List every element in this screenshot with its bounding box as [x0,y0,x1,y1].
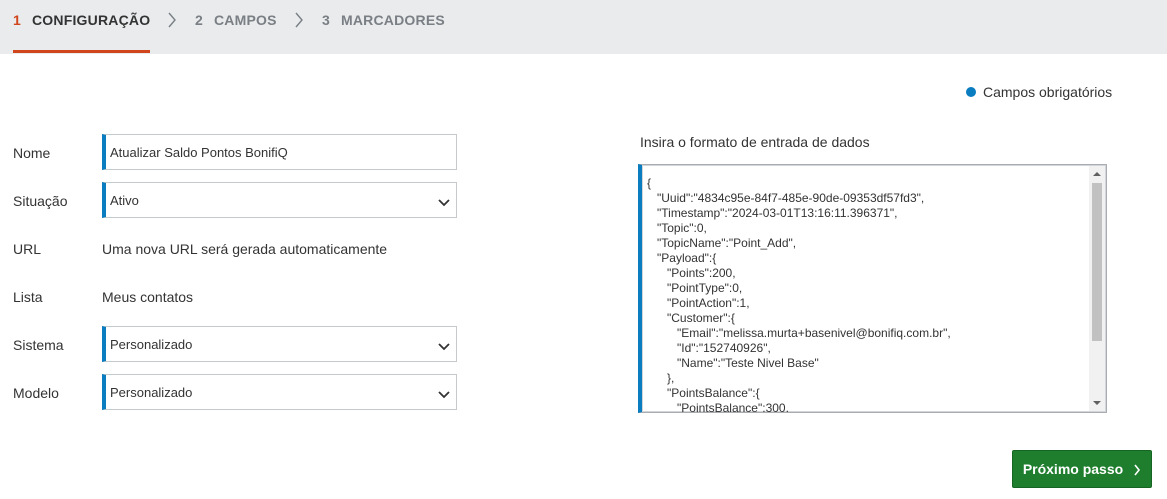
wizard-stepper: 1 CONFIGURAÇÃO 2 CAMPOS 3 MARCADORES [0,0,1167,54]
chevron-down-icon [438,387,450,399]
step-label: MARCADORES [341,12,445,28]
data-input-textarea[interactable]: { "Uuid":"4834c95e-84f7-485e-90de-09353d… [638,164,1107,413]
scroll-down-arrow-icon[interactable] [1089,395,1105,411]
required-dot-icon [966,87,976,97]
required-fields-legend: Campos obrigatórios [966,84,1112,100]
situacao-select[interactable]: Ativo [102,182,457,218]
step-number: 1 [13,12,21,28]
step-marcadores[interactable]: 3 MARCADORES [322,0,445,54]
lista-label: Lista [13,289,43,305]
situacao-selected-value: Ativo [110,193,139,208]
scroll-up-arrow-icon[interactable] [1089,166,1105,182]
next-step-button[interactable]: Próximo passo [1012,450,1152,488]
step-campos[interactable]: 2 CAMPOS [195,0,277,54]
modelo-label: Modelo [13,385,59,401]
vertical-scrollbar[interactable] [1089,166,1105,411]
data-input-content: { "Uuid":"4834c95e-84f7-485e-90de-09353d… [647,176,951,413]
step-configuracao[interactable]: 1 CONFIGURAÇÃO [13,0,150,54]
sistema-label: Sistema [13,337,64,353]
scrollbar-thumb[interactable] [1092,183,1102,341]
next-step-label: Próximo passo [1022,461,1124,477]
lista-value: Meus contatos [102,289,194,305]
sistema-select[interactable]: Personalizado [102,326,457,362]
step-number: 2 [195,12,203,28]
sistema-selected-value: Personalizado [110,337,193,352]
chevron-right-icon [1133,463,1141,476]
step-label: CAMPOS [214,12,277,28]
nome-label: Nome [13,145,51,161]
url-value: Uma nova URL será gerada automaticamente [102,241,388,257]
chevron-right-icon [166,11,178,29]
nome-field[interactable] [102,134,457,170]
chevron-right-icon [293,11,305,29]
data-input-title: Insira o formato de entrada de dados [640,134,870,150]
modelo-select[interactable]: Personalizado [102,374,457,410]
url-label: URL [13,241,42,257]
required-legend-text: Campos obrigatórios [983,84,1113,100]
step-number: 3 [322,12,330,28]
situacao-label: Situação [13,193,68,209]
modelo-selected-value: Personalizado [110,385,193,400]
nome-input[interactable] [106,135,456,169]
step-label: CONFIGURAÇÃO [32,12,151,28]
chevron-down-icon [438,339,450,351]
chevron-down-icon [438,195,450,207]
active-step-indicator [13,50,150,53]
